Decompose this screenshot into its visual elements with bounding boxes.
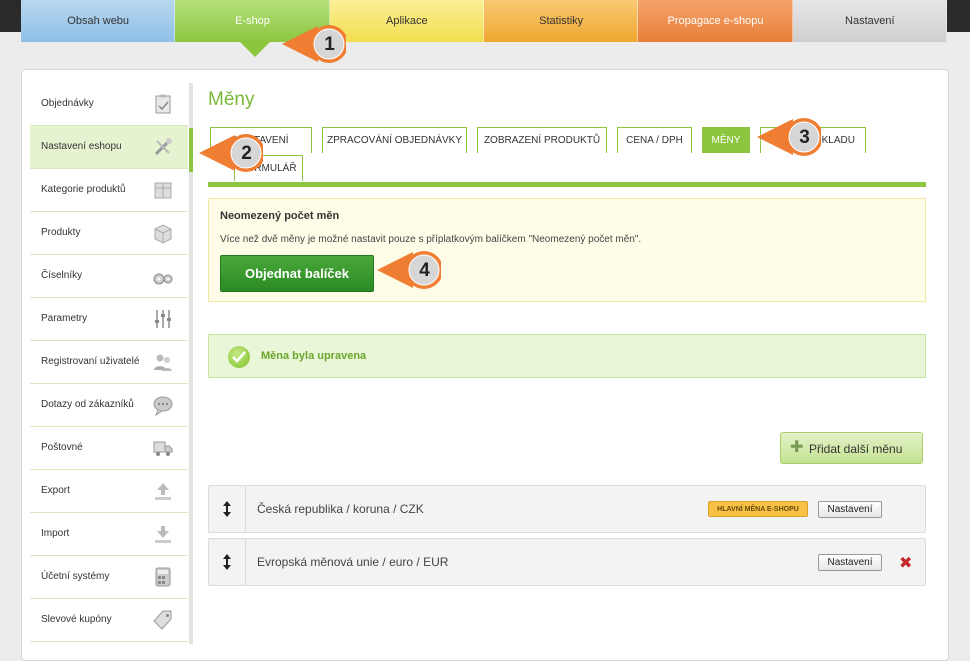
gears-icon <box>153 273 173 285</box>
callout-number: 2 <box>241 142 252 164</box>
add-currency-label: Přidat další měnu <box>809 442 903 456</box>
currency-settings-button[interactable]: Nastavení <box>818 501 882 518</box>
tab-propagace[interactable]: Propagace e-shopu <box>638 0 793 42</box>
truck-icon <box>153 441 173 456</box>
sidebar-item-label: Nastavení eshopu <box>41 141 122 152</box>
callout-number: 3 <box>799 126 810 148</box>
sidebar-item-ciselniky[interactable]: Číselníky <box>30 255 188 298</box>
sidebar-item-label: Objednávky <box>41 98 94 109</box>
sidebar-item-slevove-kupony[interactable]: Slevové kupóny <box>30 599 188 642</box>
active-tab-pointer <box>240 42 270 57</box>
main-nav: Obsah webu E-shop Aplikace Statistiky Pr… <box>21 0 947 42</box>
users-icon <box>154 354 172 371</box>
page-title: Měny <box>208 89 255 110</box>
subtabs-underline <box>208 182 926 187</box>
sidebar-divider <box>189 83 193 644</box>
tab-obsah-webu[interactable]: Obsah webu <box>21 0 176 42</box>
tab-nastaveni[interactable]: Nastavení <box>792 0 947 42</box>
sidebar-item-postovne[interactable]: Poštovné <box>30 427 188 470</box>
sidebar-item-label: Parametry <box>41 313 88 324</box>
sidebar-item-label: Číselníky <box>41 270 83 281</box>
sidebar-item-dotazy[interactable]: Dotazy od zákazníků <box>30 384 188 427</box>
tag-icon <box>153 610 172 630</box>
sidebar-item-nastaveni-eshopu[interactable]: Nastavení eshopu <box>30 126 188 169</box>
subtab-meny[interactable]: MĚNY <box>702 127 750 153</box>
currency-settings-button[interactable]: Nastavení <box>818 554 882 571</box>
sidebar-item-label: Export <box>41 485 70 496</box>
sidebar-item-label: Import <box>41 528 70 539</box>
main-currency-badge: HLAVNÍ MĚNA E-SHOPU <box>708 501 808 517</box>
notice-heading: Neomezený počet měn <box>220 210 340 222</box>
callout-4: 4 <box>377 248 441 292</box>
sidebar-item-label: Produkty <box>41 227 81 238</box>
currency-name: Evropská měnová unie / euro / EUR <box>257 555 449 569</box>
sidebar-item-label: Poštovné <box>41 442 83 453</box>
package-notice: Neomezený počet měn Více než dvě měny je… <box>208 198 926 302</box>
sidebar-item-label: Kategorie produktů <box>41 184 126 195</box>
currency-name: Česká republika / koruna / CZK <box>257 502 424 516</box>
upload-icon <box>155 483 171 500</box>
box-icon <box>154 224 172 244</box>
notice-text: Více než dvě měny je možné nastavit pouz… <box>220 234 642 245</box>
calculator-icon <box>155 567 171 587</box>
sidebar: Objednávky Nastavení eshopu Kategorie pr… <box>30 83 188 642</box>
sidebar-item-ucetni[interactable]: Účetní systémy <box>30 556 188 599</box>
subtab-zpracovani-objednavky[interactable]: ZPRACOVÁNÍ OBJEDNÁVKY <box>322 127 467 153</box>
tab-aplikace[interactable]: Aplikace <box>329 0 484 42</box>
callout-number: 1 <box>324 33 335 55</box>
tab-statistiky[interactable]: Statistiky <box>483 0 639 42</box>
boxes-icon <box>154 182 172 199</box>
clipboard-icon <box>155 94 171 114</box>
callout-1: 1 <box>282 22 346 66</box>
callout-3: 3 <box>757 115 821 159</box>
add-currency-button[interactable]: ✚ Přidat další měnu <box>780 432 923 464</box>
sidebar-item-produkty[interactable]: Produkty <box>30 212 188 255</box>
currency-row: Česká republika / koruna / CZK HLAVNÍ MĚ… <box>208 485 926 533</box>
sidebar-item-label: Slevové kupóny <box>41 614 112 625</box>
chat-icon <box>153 396 173 416</box>
plus-icon: ✚ <box>790 439 804 456</box>
sliders-icon <box>155 310 171 328</box>
check-icon <box>228 346 250 368</box>
sidebar-item-kategorie[interactable]: Kategorie produktů <box>30 169 188 212</box>
drag-handle-icon[interactable] <box>209 539 246 585</box>
sidebar-item-label: Registrovaní uživatelé <box>41 356 140 367</box>
tools-icon <box>154 138 172 156</box>
sidebar-item-label: Dotazy od zákazníků <box>41 399 134 410</box>
sidebar-item-export[interactable]: Export <box>30 470 188 513</box>
drag-handle-icon[interactable] <box>209 486 246 532</box>
sidebar-item-import[interactable]: Import <box>30 513 188 556</box>
sidebar-item-registrovani[interactable]: Registrovaní uživatelé <box>30 341 188 384</box>
success-text: Měna byla upravena <box>261 350 367 362</box>
sidebar-item-objednavky[interactable]: Objednávky <box>30 83 188 126</box>
callout-number: 4 <box>419 259 430 281</box>
success-message: Měna byla upravena <box>208 334 926 378</box>
sidebar-item-parametry[interactable]: Parametry <box>30 298 188 341</box>
subtab-zobrazeni-produktu[interactable]: ZOBRAZENÍ PRODUKTŮ <box>477 127 607 153</box>
delete-icon[interactable]: ✖ <box>899 553 912 573</box>
download-icon <box>155 526 171 543</box>
sidebar-item-label: Účetní systémy <box>41 571 110 582</box>
subtab-cena-dph[interactable]: CENA / DPH <box>617 127 692 153</box>
order-package-button[interactable]: Objednat balíček <box>220 255 374 292</box>
callout-2: 2 <box>199 131 263 175</box>
currency-row: Evropská měnová unie / euro / EUR Nastav… <box>208 538 926 586</box>
